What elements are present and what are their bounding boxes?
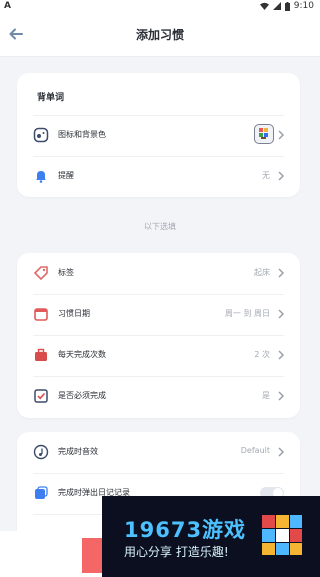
checkbox-icon: [34, 389, 48, 403]
row-value: 起床: [254, 268, 270, 277]
watermark-banner: 19673游戏 用心分享 打造乐趣!: [102, 496, 320, 577]
row-label: 完成时音效: [58, 447, 98, 456]
chevron-right-icon: [278, 268, 285, 278]
row-label: 图标和背景色: [58, 130, 106, 139]
row-value: 2 次: [254, 350, 270, 359]
row-value: 周一 到 周日: [224, 309, 270, 318]
status-app-indicator: A: [4, 1, 11, 11]
palette-icon: [33, 127, 49, 143]
brand-logo-text: 19673游戏: [124, 518, 247, 542]
row-value: 是: [262, 391, 270, 400]
must-complete-row[interactable]: 是否必须完成 是: [17, 376, 300, 417]
status-bar: A 9:10: [0, 0, 320, 14]
icon-color-row[interactable]: 图标和背景色: [17, 115, 300, 156]
row-label: 标签: [58, 268, 74, 277]
habit-optional-card: 标签 起床 习惯日期 周一 到 周日 每天完成次数 2 次 是否必须完成 是: [17, 253, 300, 418]
signal-icon: [272, 2, 281, 10]
row-value: Default: [240, 446, 270, 455]
row-label: 提醒: [58, 171, 74, 180]
habit-basic-card: 背单词 图标和背景色 提醒 无: [17, 73, 300, 197]
battery-icon: [284, 1, 290, 11]
row-value: 无: [262, 171, 270, 180]
copy-icon: [35, 486, 48, 499]
chevron-right-icon: [278, 309, 285, 319]
brand-slogan: 用心分享 打造乐趣!: [124, 545, 229, 559]
habit-name: 背单词: [37, 93, 65, 103]
habit-date-row[interactable]: 习惯日期 周一 到 周日: [17, 294, 300, 335]
chevron-right-icon: [278, 130, 285, 140]
row-label: 每天完成次数: [58, 350, 106, 359]
cube-logo-icon: [262, 515, 302, 555]
optional-section-label: 以下选填: [144, 222, 176, 231]
chevron-right-icon: [278, 171, 285, 181]
page-title: 添加习惯: [135, 28, 184, 42]
row-label: 习惯日期: [58, 309, 90, 318]
chevron-right-icon: [278, 391, 285, 401]
music-note-icon: [33, 444, 49, 460]
status-time: 9:10: [293, 1, 314, 11]
chevron-right-icon: [278, 447, 285, 457]
app-bar: 添加习惯: [0, 14, 320, 57]
row-label: 是否必须完成: [58, 391, 106, 400]
status-right: 9:10: [259, 1, 314, 11]
tag-row[interactable]: 标签 起床: [17, 253, 300, 294]
color-swatch-icon[interactable]: [254, 124, 274, 144]
wifi-icon: [259, 2, 269, 10]
calendar-icon: [34, 308, 48, 321]
briefcase-icon: [35, 348, 47, 361]
daily-count-row[interactable]: 每天完成次数 2 次: [17, 335, 300, 376]
chevron-right-icon: [278, 350, 285, 360]
bottom-action-button[interactable]: [82, 538, 102, 573]
tag-icon: [33, 266, 48, 281]
completion-sound-row[interactable]: 完成时音效 Default: [17, 432, 300, 473]
bell-icon: [36, 171, 46, 183]
reminder-row[interactable]: 提醒 无: [17, 156, 300, 197]
